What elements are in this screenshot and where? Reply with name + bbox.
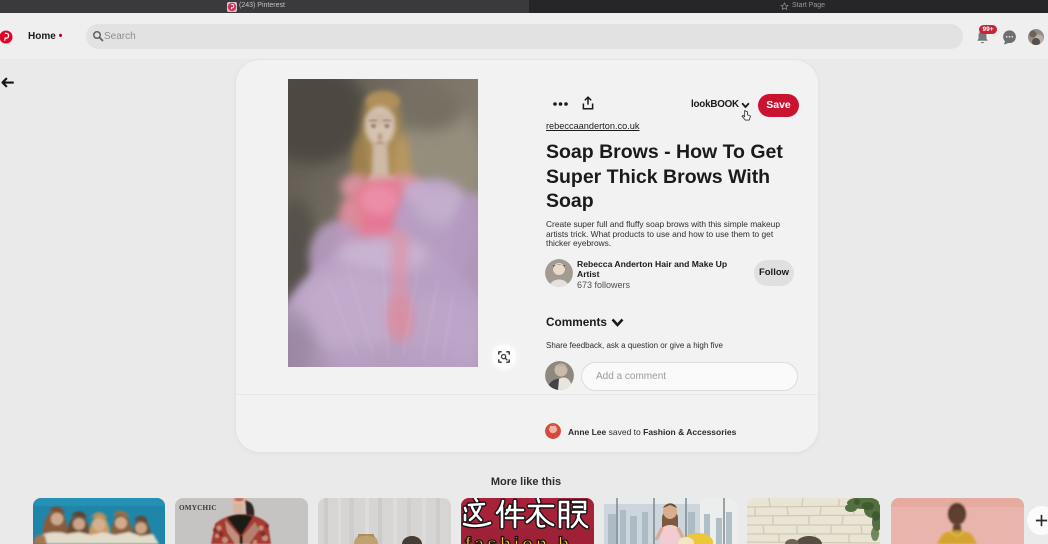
svg-text:fashion b: fashion b — [465, 534, 572, 544]
svg-text:OMYCHIC: OMYCHIC — [179, 504, 217, 512]
